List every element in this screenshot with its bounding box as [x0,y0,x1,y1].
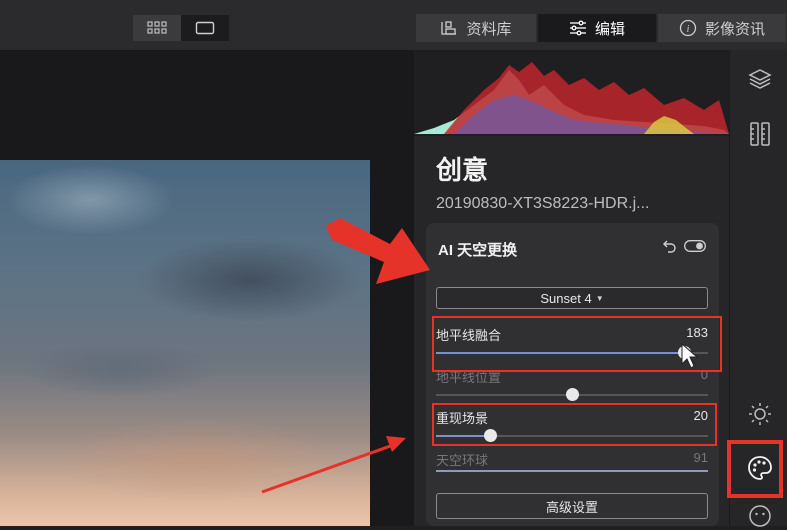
tool-title: AI 天空更换 [438,242,518,259]
tab-edit-label: 编辑 [594,20,625,38]
ruler-icon [750,122,770,146]
preset-value: Sunset 4 [540,290,592,306]
slider-label: 天空环球 [436,453,489,468]
image-canvas[interactable] [0,50,414,526]
grid-view-button[interactable] [133,15,181,41]
layers-button[interactable] [746,66,774,94]
ruler-button[interactable] [746,120,774,148]
tab-edit[interactable]: 编辑 [538,14,656,42]
slider-horizon-position[interactable]: 地平线位置 0 [436,367,708,405]
highlight-horizon-blending [432,316,722,372]
tab-library-label: 资料库 [466,20,512,38]
tab-image-info-label: 影像资讯 [704,20,765,38]
edit-panel: 创意 20190830-XT3S8223-HDR.j... AI 天空更换 Su… [414,50,729,526]
sliders-icon [569,20,586,36]
sky-photo [0,160,370,526]
slider-track[interactable] [436,388,708,401]
layers-icon [748,69,772,89]
file-name: 20190830-XT3S8223-HDR.j... [436,195,650,212]
undo-icon[interactable] [662,238,678,254]
top-bar: 资料库 编辑 i 影像资讯 [0,0,787,50]
chevron-down-icon: ▼ [595,293,604,303]
svg-text:i: i [687,24,690,35]
slider-sky-global[interactable]: 天空环球 91 [436,450,708,488]
sun-icon [749,403,771,425]
library-icon [441,21,457,35]
slider-handle[interactable] [566,388,579,401]
sky-preset-dropdown[interactable]: Sunset 4 ▼ [436,287,708,309]
slider-value: 91 [693,450,708,465]
toggle-switch-icon[interactable] [684,240,706,252]
slider-fill [436,470,708,472]
slider-track[interactable] [436,470,708,472]
tab-library[interactable]: 资料库 [416,14,536,42]
highlight-palette-button [727,440,783,498]
light-button[interactable] [746,400,774,428]
highlight-relight-scene [432,403,717,446]
histogram [414,50,729,136]
smiley-icon [749,505,771,527]
view-mode-toggle [133,15,229,41]
grid-view-icon [147,21,167,34]
ai-sky-replacement-card: AI 天空更换 Sunset 4 ▼ 地平线融合 183 地平线位置 0 重现场… [426,223,719,526]
single-view-button[interactable] [181,15,229,41]
panel-title: 创意 [436,155,489,185]
advanced-settings-button[interactable]: 高级设置 [436,493,708,519]
tab-image-info[interactable]: i 影像资讯 [658,14,786,42]
info-icon: i [679,19,697,37]
single-view-icon [195,21,215,35]
mode-tabs: 资料库 编辑 i 影像资讯 [416,14,786,42]
